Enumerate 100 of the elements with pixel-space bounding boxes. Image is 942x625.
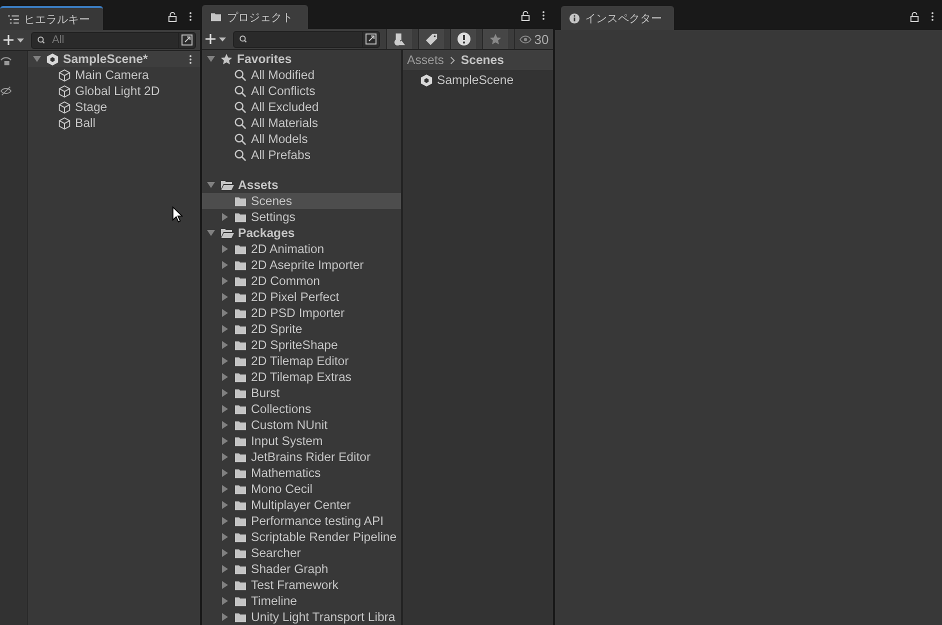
collapsed-arrow-icon[interactable] bbox=[220, 340, 230, 350]
lock-icon[interactable] bbox=[910, 12, 919, 22]
game-object-item[interactable]: Ball bbox=[28, 115, 200, 131]
collapsed-arrow-icon[interactable] bbox=[220, 532, 230, 542]
tree-item[interactable]: JetBrains Rider Editor bbox=[202, 449, 401, 465]
collapsed-arrow-icon[interactable] bbox=[220, 404, 230, 414]
visibility-icon[interactable] bbox=[0, 56, 12, 66]
tree-item[interactable]: All Conflicts bbox=[202, 83, 401, 99]
tree-item[interactable]: Packages bbox=[202, 225, 401, 241]
collapsed-arrow-icon[interactable] bbox=[220, 324, 230, 334]
panel-tab[interactable]: プロジェクト bbox=[202, 5, 308, 29]
panel-tab[interactable]: インスペクター bbox=[561, 6, 674, 30]
tree-item[interactable]: 2D Tilemap Extras bbox=[202, 369, 401, 385]
collapsed-arrow-icon[interactable] bbox=[220, 260, 230, 270]
lock-icon[interactable] bbox=[168, 12, 177, 22]
search-window-icon[interactable] bbox=[178, 32, 195, 48]
collapsed-arrow-icon[interactable] bbox=[220, 356, 230, 366]
collapsed-arrow-icon[interactable] bbox=[220, 244, 230, 254]
tree-item[interactable]: Burst bbox=[202, 385, 401, 401]
collapsed-arrow-icon[interactable] bbox=[220, 468, 230, 478]
more-icon[interactable] bbox=[542, 10, 545, 21]
collapsed-arrow-icon[interactable] bbox=[220, 548, 230, 558]
collapsed-arrow-icon[interactable] bbox=[220, 212, 230, 222]
folder-icon bbox=[234, 420, 247, 430]
tree-item[interactable]: Mathematics bbox=[202, 465, 401, 481]
tree-item[interactable]: Scenes bbox=[202, 193, 401, 209]
search-window-icon[interactable] bbox=[362, 32, 379, 46]
tree-item[interactable]: All Materials bbox=[202, 115, 401, 131]
tree-item[interactable]: Unity Light Transport Libra bbox=[202, 609, 401, 625]
tree-item-label: Timeline bbox=[251, 594, 298, 608]
collapsed-arrow-icon[interactable] bbox=[220, 564, 230, 574]
collapsed-arrow-icon[interactable] bbox=[220, 436, 230, 446]
search-field[interactable]: All bbox=[31, 32, 196, 48]
collapsed-arrow-icon[interactable] bbox=[220, 612, 230, 622]
tree-item[interactable]: Test Framework bbox=[202, 577, 401, 593]
expanded-arrow-icon[interactable] bbox=[206, 228, 216, 238]
more-icon[interactable] bbox=[931, 11, 934, 22]
type-filter-icon[interactable] bbox=[386, 29, 412, 49]
collapsed-arrow-icon[interactable] bbox=[220, 308, 230, 318]
tree-item[interactable]: 2D Pixel Perfect bbox=[202, 289, 401, 305]
tree-item[interactable]: Multiplayer Center bbox=[202, 497, 401, 513]
collapsed-arrow-icon[interactable] bbox=[220, 452, 230, 462]
lock-icon[interactable] bbox=[521, 10, 530, 20]
tree-item[interactable]: 2D Common bbox=[202, 273, 401, 289]
tree-item-label: Collections bbox=[251, 402, 312, 416]
collapsed-arrow-icon[interactable] bbox=[220, 388, 230, 398]
tree-item[interactable]: All Modified bbox=[202, 67, 401, 83]
tree-item[interactable]: All Prefabs bbox=[202, 147, 401, 163]
more-icon[interactable] bbox=[189, 11, 192, 22]
tree-item[interactable]: 2D Animation bbox=[202, 241, 401, 257]
collapsed-arrow-icon[interactable] bbox=[220, 500, 230, 510]
search-field[interactable] bbox=[233, 30, 380, 48]
tree-item-label: Mathematics bbox=[251, 466, 321, 480]
more-icon[interactable] bbox=[189, 54, 192, 64]
tree-item-label: Input System bbox=[251, 434, 323, 448]
tree-item[interactable]: Searcher bbox=[202, 545, 401, 561]
panel-tab[interactable]: ヒエラルキー bbox=[0, 6, 103, 30]
tree-item-label: 2D Aseprite Importer bbox=[251, 258, 364, 272]
collapsed-arrow-icon[interactable] bbox=[220, 580, 230, 590]
collapsed-arrow-icon[interactable] bbox=[220, 516, 230, 526]
game-object-item[interactable]: Stage bbox=[28, 99, 200, 115]
collapsed-arrow-icon[interactable] bbox=[220, 292, 230, 302]
tree-item[interactable]: 2D Sprite bbox=[202, 321, 401, 337]
tree-item-label: Scenes bbox=[251, 194, 292, 208]
collapsed-arrow-icon[interactable] bbox=[220, 372, 230, 382]
tree-item[interactable]: Favorites bbox=[202, 51, 401, 67]
tree-item[interactable]: 2D Aseprite Importer bbox=[202, 257, 401, 273]
tree-item[interactable]: Collections bbox=[202, 401, 401, 417]
tree-item[interactable]: Input System bbox=[202, 433, 401, 449]
collapsed-arrow-icon[interactable] bbox=[220, 484, 230, 494]
tree-item[interactable]: Settings bbox=[202, 209, 401, 225]
game-object-item[interactable]: Main Camera bbox=[28, 67, 200, 83]
breadcrumb-link[interactable]: Assets bbox=[407, 53, 444, 67]
hidden-eye-icon[interactable] bbox=[0, 86, 12, 96]
tree-item[interactable]: All Excluded bbox=[202, 99, 401, 115]
breadcrumb-link[interactable]: Scenes bbox=[460, 53, 504, 67]
expanded-arrow-icon[interactable] bbox=[206, 180, 216, 190]
asset-item[interactable]: SampleScene bbox=[403, 70, 553, 90]
tree-item-label: Settings bbox=[251, 210, 296, 224]
tree-item[interactable]: Shader Graph bbox=[202, 561, 401, 577]
tree-item[interactable]: Custom NUnit bbox=[202, 417, 401, 433]
label-tag-icon[interactable] bbox=[418, 29, 444, 49]
collapsed-arrow-icon[interactable] bbox=[220, 276, 230, 286]
tree-item[interactable]: 2D SpriteShape bbox=[202, 337, 401, 353]
tree-item[interactable]: 2D PSD Importer bbox=[202, 305, 401, 321]
expanded-arrow-icon[interactable] bbox=[32, 54, 42, 64]
tree-item[interactable]: Mono Cecil bbox=[202, 481, 401, 497]
collapsed-arrow-icon[interactable] bbox=[220, 420, 230, 430]
tree-item[interactable]: Timeline bbox=[202, 593, 401, 609]
tree-item[interactable]: Performance testing API bbox=[202, 513, 401, 529]
tree-item[interactable]: 2D Tilemap Editor bbox=[202, 353, 401, 369]
tree-item[interactable]: All Models bbox=[202, 131, 401, 147]
collapsed-arrow-icon[interactable] bbox=[220, 596, 230, 606]
expanded-arrow-icon[interactable] bbox=[206, 54, 216, 64]
game-object-item[interactable]: Global Light 2D bbox=[28, 83, 200, 99]
tree-item-label: Favorites bbox=[237, 52, 292, 66]
tree-item[interactable]: Assets bbox=[202, 177, 401, 193]
tree-item[interactable]: Scriptable Render Pipeline bbox=[202, 529, 401, 545]
tree-item-label: 2D PSD Importer bbox=[251, 306, 345, 320]
warning-icon[interactable] bbox=[450, 29, 476, 49]
